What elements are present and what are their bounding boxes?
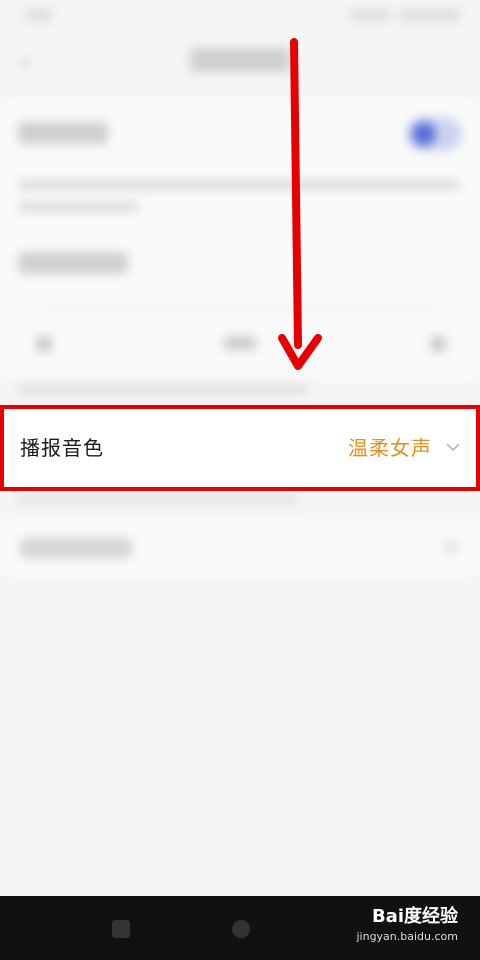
header-bar: ‹ [0, 34, 480, 92]
settings-card-top [0, 100, 480, 300]
page-title [190, 48, 290, 72]
slider-max-icon [430, 336, 446, 352]
watermark-url: jingyan.baidu.com [356, 930, 458, 943]
setting-label-blurred [20, 538, 132, 558]
highlight-box [0, 405, 480, 491]
recent-apps-icon[interactable] [112, 920, 130, 938]
toggle-knob [412, 122, 436, 146]
hint-text [18, 384, 308, 394]
setting-label-blurred [18, 122, 108, 144]
back-icon[interactable]: ‹ [20, 50, 29, 75]
slider-min-icon [36, 336, 52, 352]
slider-mid-label [224, 336, 256, 350]
status-time [26, 9, 52, 21]
home-icon[interactable] [232, 920, 250, 938]
status-bar [0, 0, 480, 34]
watermark: Bai度经验 jingyan.baidu.com [356, 902, 458, 943]
chevron-icon [444, 540, 458, 554]
setting-label-blurred [18, 252, 128, 274]
settings-row-blurred[interactable] [0, 518, 480, 576]
system-nav-bar: Bai度经验 jingyan.baidu.com [0, 896, 480, 960]
status-network [350, 9, 390, 21]
watermark-brand: Bai度经验 [371, 906, 458, 927]
toggle-switch[interactable] [406, 117, 462, 151]
speed-slider[interactable] [0, 300, 480, 380]
hint-text [18, 494, 298, 504]
description-line [18, 180, 460, 190]
status-battery [400, 9, 460, 21]
slider-track[interactable] [40, 306, 440, 308]
description-line [18, 202, 138, 212]
